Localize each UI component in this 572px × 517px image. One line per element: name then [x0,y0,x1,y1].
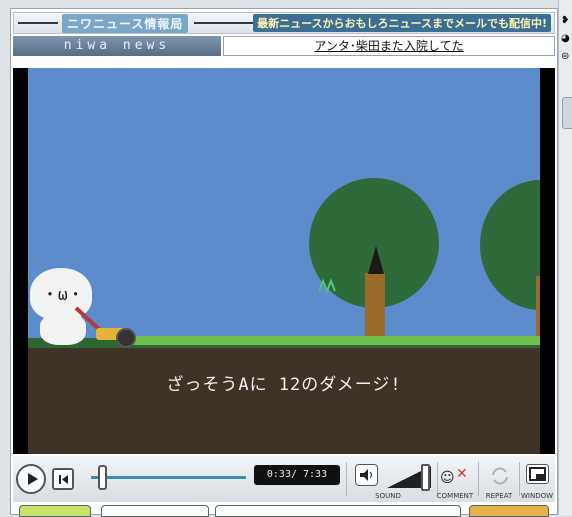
comment-icon: ☺ [440,470,455,486]
weed-sprite [318,278,336,294]
bottom-tab-3[interactable] [215,505,461,517]
side-panel-tab[interactable] [562,97,572,129]
side-panel-strip: ❥ ◕ ⊜ [558,0,572,515]
sound-button[interactable] [355,464,378,486]
bottom-tab-4[interactable] [469,505,549,517]
divider [519,462,520,496]
window-button[interactable] [526,464,549,484]
divider [346,462,347,496]
banner-rule-mid [194,22,258,24]
repeat-icon [492,467,508,485]
video-viewport[interactable]: ・ω・ ざっそうAに 12のダメージ! [13,68,555,454]
play-button[interactable] [16,464,46,494]
site-title[interactable]: ニワニュース情報局 [62,14,189,33]
speaker-icon [360,469,372,481]
panel-icon-1[interactable]: ❥ [561,16,571,26]
banner-rule-left [18,22,58,24]
skip-start-icon [59,475,68,484]
panel-icon-3[interactable]: ⊜ [561,52,571,62]
bottom-tab-1[interactable] [19,505,91,517]
repeat-label: REPEAT [485,492,513,500]
window-icon [529,467,546,481]
mower-sprite [74,306,136,348]
grass-highlight [128,336,540,345]
bottom-tab-row [13,505,555,517]
headline-link[interactable]: アンタ･柴田また入院してた [223,36,555,56]
time-display: 0:33/ 7:33 [254,465,340,485]
tree-spike [368,246,384,274]
niwa-news-logo[interactable]: niwa news [13,36,221,56]
sound-label: SOUND [375,492,401,500]
window-label: WINDOW [520,492,554,500]
volume-handle[interactable] [421,464,430,491]
divider [478,462,479,496]
rewind-button[interactable] [52,468,74,490]
comment-button[interactable]: ☺ ✕ [438,462,474,490]
video-scene: ・ω・ ざっそうAに 12のダメージ! [28,68,540,454]
tree-trunk-1 [365,273,385,341]
promo-text[interactable]: 最新ニュースからおもしろニュースまでメールでも配信中! [253,14,551,32]
bottom-tab-2[interactable] [101,505,209,517]
panel-icon-2[interactable]: ◕ [561,34,571,44]
play-icon [28,473,38,485]
tree-trunk-2 [536,276,540,341]
ground [28,348,540,454]
tree-canopy-2 [480,180,540,310]
seek-handle[interactable] [98,465,108,490]
comment-label: COMMENT [436,492,474,500]
repeat-button[interactable] [488,464,512,488]
player-controls: 0:33/ 7:33 SOUND ☺ ✕ COMMENT REPEAT WIND… [13,456,555,502]
site-banner: ニワニュース情報局 最新ニュースからおもしろニュースまでメールでも配信中! [13,12,555,34]
brand-row: niwa news アンタ･柴田また入院してた [13,36,555,56]
game-subtitle: ざっそうAに 12のダメージ! [166,375,402,395]
comment-off-icon: ✕ [456,466,468,482]
seek-bar[interactable] [91,476,246,479]
